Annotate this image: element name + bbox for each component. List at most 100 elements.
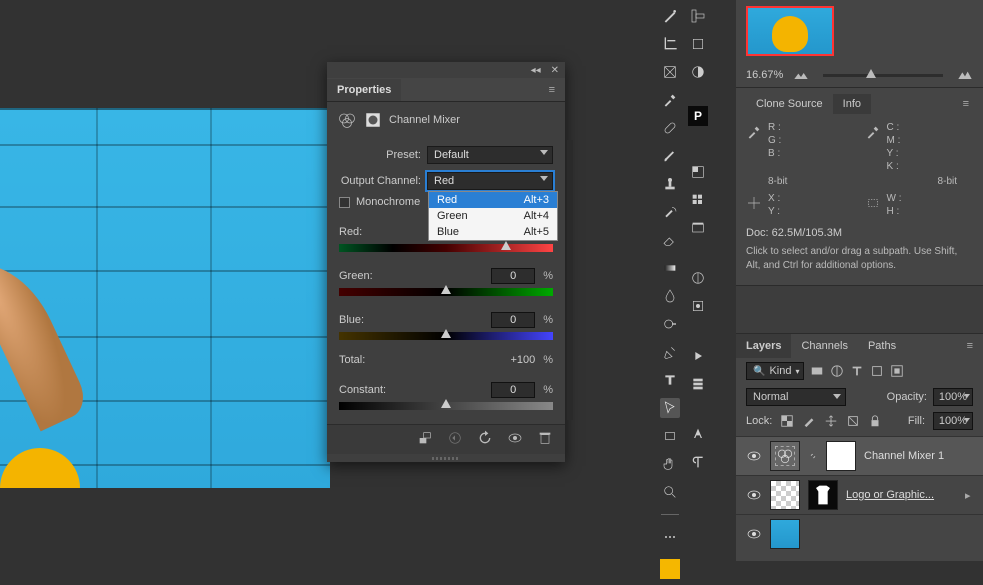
layer-name[interactable]: Channel Mixer 1 bbox=[864, 450, 944, 462]
tab-info[interactable]: Info bbox=[833, 94, 871, 114]
clip-to-layer-icon[interactable] bbox=[417, 430, 433, 449]
visibility-icon[interactable] bbox=[507, 430, 523, 449]
libraries-panel-icon[interactable] bbox=[688, 218, 708, 238]
artboard-icon[interactable] bbox=[688, 34, 708, 54]
panel-menu-icon[interactable]: ≡ bbox=[957, 340, 983, 352]
filter-smart-icon[interactable] bbox=[890, 364, 904, 378]
navigator-thumbnail[interactable] bbox=[746, 6, 834, 56]
layer-name[interactable]: Logo or Graphic... bbox=[846, 489, 934, 501]
paragraph-panel-icon[interactable] bbox=[688, 452, 708, 472]
adjustments-panel-icon[interactable] bbox=[688, 268, 708, 288]
zoom-out-icon[interactable] bbox=[793, 69, 809, 81]
pen-tool-icon[interactable] bbox=[660, 342, 680, 362]
layer-thumb[interactable] bbox=[770, 519, 800, 549]
tab-paths[interactable]: Paths bbox=[858, 334, 906, 358]
panel-scrollbar[interactable] bbox=[567, 140, 573, 420]
opacity-field[interactable]: 100% bbox=[933, 388, 973, 406]
constant-value-input[interactable] bbox=[491, 382, 535, 398]
reset-icon[interactable] bbox=[477, 430, 493, 449]
mask-thumb[interactable] bbox=[808, 480, 838, 510]
brush-tool-icon[interactable] bbox=[660, 146, 680, 166]
view-previous-icon[interactable] bbox=[447, 430, 463, 449]
layer-thumb[interactable] bbox=[770, 480, 800, 510]
lock-artboard-icon[interactable] bbox=[846, 414, 860, 428]
ruler-icon[interactable] bbox=[688, 6, 708, 26]
styles-panel-icon[interactable] bbox=[688, 296, 708, 316]
rectangle-tool-icon[interactable] bbox=[660, 426, 680, 446]
stamp-tool-icon[interactable] bbox=[660, 174, 680, 194]
eye-icon[interactable] bbox=[746, 526, 762, 542]
type-tool-icon[interactable] bbox=[660, 370, 680, 390]
red-slider[interactable] bbox=[339, 244, 553, 252]
path-select-tool-icon[interactable] bbox=[660, 398, 680, 418]
crop-tool-icon[interactable] bbox=[660, 34, 680, 54]
preset-dropdown[interactable]: Default bbox=[427, 146, 553, 164]
link-icon[interactable] bbox=[808, 451, 818, 461]
history-panel-icon[interactable] bbox=[688, 374, 708, 394]
character-panel-icon[interactable] bbox=[688, 424, 708, 444]
close-icon[interactable]: ✕ bbox=[551, 65, 559, 76]
lock-all-icon[interactable] bbox=[868, 414, 882, 428]
mask-icon[interactable] bbox=[363, 110, 383, 130]
zoom-value[interactable]: 16.67% bbox=[746, 69, 783, 81]
output-option-green[interactable]: GreenAlt+4 bbox=[429, 208, 557, 224]
lock-transparent-icon[interactable] bbox=[780, 414, 794, 428]
filter-type-icon[interactable] bbox=[850, 364, 864, 378]
output-option-red[interactable]: RedAlt+3 bbox=[429, 192, 557, 208]
swatches-panel-icon[interactable] bbox=[688, 190, 708, 210]
layer-item[interactable] bbox=[736, 514, 983, 553]
patterns-icon[interactable]: P bbox=[688, 106, 708, 126]
properties-tab[interactable]: Properties bbox=[327, 79, 401, 101]
actions-panel-icon[interactable] bbox=[688, 346, 708, 366]
collapse-icon[interactable]: ◂◂ bbox=[531, 65, 541, 76]
canvas-image[interactable] bbox=[0, 108, 330, 488]
color-panel-icon[interactable] bbox=[688, 162, 708, 182]
mask-thumb[interactable] bbox=[826, 441, 856, 471]
lock-position-icon[interactable] bbox=[824, 414, 838, 428]
delete-icon[interactable] bbox=[537, 430, 553, 449]
fill-field[interactable]: 100% bbox=[933, 412, 973, 430]
frame-tool-icon[interactable] bbox=[660, 62, 680, 82]
constant-slider[interactable] bbox=[339, 402, 553, 410]
dodge-tool-icon[interactable] bbox=[660, 314, 680, 334]
caret-right-icon[interactable]: ▸ bbox=[965, 489, 973, 502]
eyedropper-tool-icon[interactable] bbox=[660, 90, 680, 110]
output-channel-dropdown[interactable]: Red RedAlt+3 GreenAlt+4 BlueAlt+5 bbox=[427, 172, 553, 190]
blend-mode-dropdown[interactable]: Normal bbox=[746, 388, 846, 406]
panel-menu-icon[interactable]: ≡ bbox=[539, 84, 565, 96]
eraser-tool-icon[interactable] bbox=[660, 230, 680, 250]
monochrome-checkbox[interactable] bbox=[339, 197, 350, 208]
layer-logo-graphic[interactable]: Logo or Graphic... ▸ bbox=[736, 475, 983, 514]
filter-pixel-icon[interactable] bbox=[810, 364, 824, 378]
foreground-color-swatch[interactable] bbox=[660, 559, 680, 579]
resize-grip[interactable] bbox=[327, 454, 565, 462]
tab-channels[interactable]: Channels bbox=[791, 334, 857, 358]
edit-toolbar-icon[interactable] bbox=[660, 527, 680, 547]
panel-menu-icon[interactable]: ≡ bbox=[959, 98, 973, 110]
adjustment-thumb[interactable] bbox=[770, 441, 800, 471]
adjustment-icon[interactable] bbox=[688, 62, 708, 82]
tab-clone-source[interactable]: Clone Source bbox=[746, 94, 833, 114]
eye-icon[interactable] bbox=[746, 487, 762, 503]
blue-slider[interactable] bbox=[339, 332, 553, 340]
layer-filter-kind[interactable]: 🔍Kind▾ bbox=[746, 362, 804, 380]
green-slider[interactable] bbox=[339, 288, 553, 296]
green-value-input[interactable] bbox=[491, 268, 535, 284]
zoom-tool-icon[interactable] bbox=[660, 482, 680, 502]
hand-tool-icon[interactable] bbox=[660, 454, 680, 474]
healing-tool-icon[interactable] bbox=[660, 118, 680, 138]
filter-adjust-icon[interactable] bbox=[830, 364, 844, 378]
wand-tool-icon[interactable] bbox=[660, 6, 680, 26]
zoom-in-icon[interactable] bbox=[957, 69, 973, 81]
eye-icon[interactable] bbox=[746, 448, 762, 464]
history-brush-icon[interactable] bbox=[660, 202, 680, 222]
tab-layers[interactable]: Layers bbox=[736, 334, 791, 358]
output-option-blue[interactable]: BlueAlt+5 bbox=[429, 224, 557, 240]
zoom-slider[interactable] bbox=[823, 74, 943, 77]
lock-image-icon[interactable] bbox=[802, 414, 816, 428]
filter-shape-icon[interactable] bbox=[870, 364, 884, 378]
gradient-tool-icon[interactable] bbox=[660, 258, 680, 278]
layer-channel-mixer[interactable]: Channel Mixer 1 bbox=[736, 436, 983, 475]
blue-value-input[interactable] bbox=[491, 312, 535, 328]
blur-tool-icon[interactable] bbox=[660, 286, 680, 306]
